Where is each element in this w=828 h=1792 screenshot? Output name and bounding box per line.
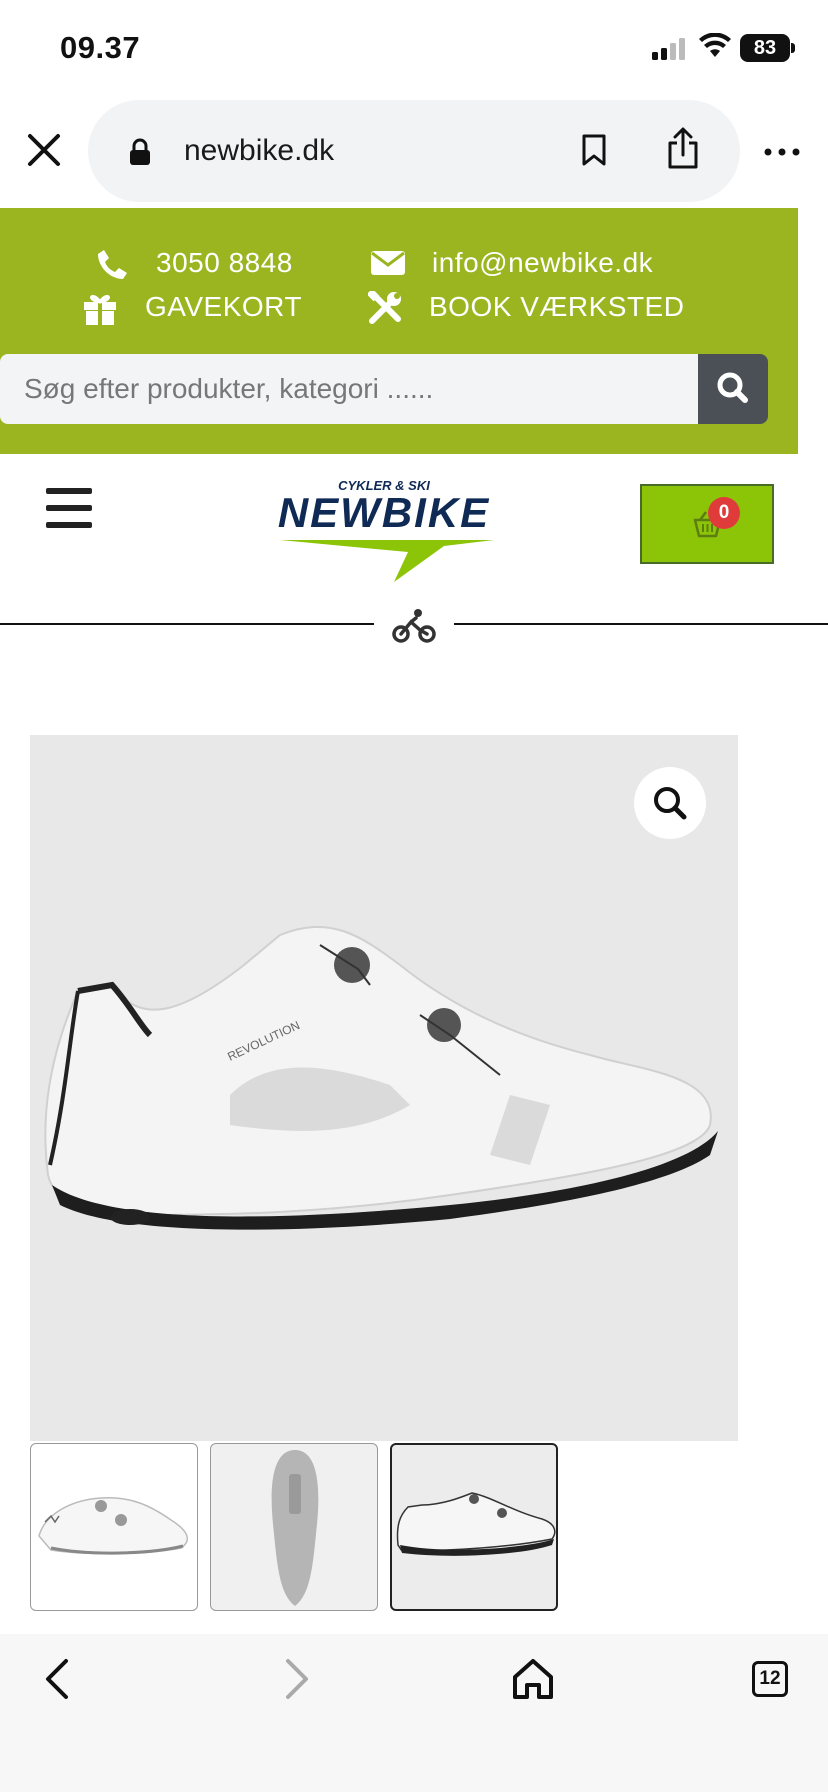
phone-link[interactable]: 3050 8848 [156, 247, 293, 279]
zoom-button[interactable] [634, 767, 706, 839]
tabs-count-button[interactable]: 12 [752, 1661, 788, 1697]
email-link[interactable]: info@newbike.dk [432, 247, 653, 279]
zoom-search-icon [654, 787, 687, 820]
divider-left [0, 623, 374, 625]
newbike-logo[interactable]: CYKLER & SKI NEWBIKE [244, 478, 524, 588]
product-main-image[interactable]: REVOLUTION [30, 735, 738, 1441]
cell-signal-icon [652, 38, 685, 60]
cart-button[interactable] [640, 484, 774, 564]
thumbnail-shoe-side [396, 1492, 556, 1556]
forward-arrow-icon[interactable] [274, 1655, 318, 1703]
thumbnail-shoe-sole [271, 1450, 319, 1606]
bookmark-icon[interactable] [580, 133, 608, 167]
product-thumbnail-2[interactable] [210, 1443, 378, 1611]
cycling-shoe-image: REVOLUTION [44, 926, 718, 1230]
product-thumbnail-1[interactable] [30, 1443, 198, 1611]
lock-icon [130, 138, 150, 165]
search-icon [717, 372, 748, 403]
product-thumbnail-3[interactable] [390, 1443, 558, 1611]
status-time: 09.37 [60, 30, 141, 65]
browser-bottom-toolbar [0, 1634, 828, 1792]
search-button[interactable] [698, 354, 768, 424]
thumbnail-shoe-front [38, 1497, 189, 1555]
cart-count-badge: 0 [708, 497, 740, 529]
close-icon[interactable] [24, 130, 64, 170]
bicycle-icon [392, 609, 436, 643]
url-text[interactable]: newbike.dk [184, 134, 334, 168]
home-icon[interactable] [510, 1655, 556, 1703]
basket-icon [693, 511, 722, 538]
back-arrow-icon[interactable] [36, 1655, 80, 1703]
search-input[interactable] [0, 354, 698, 424]
battery-nub [791, 43, 795, 53]
logo-wordmark: NEWBIKE [278, 489, 490, 536]
divider-right [454, 623, 828, 625]
mail-icon [371, 251, 405, 275]
book-workshop-link[interactable]: BOOK VÆRKSTED [429, 291, 684, 323]
hamburger-menu-icon[interactable] [46, 488, 92, 528]
battery-indicator: 83 [740, 34, 790, 62]
share-icon[interactable] [665, 127, 701, 169]
more-icon[interactable] [764, 148, 800, 156]
tools-icon [368, 291, 401, 324]
gift-icon [84, 294, 116, 325]
wifi-icon [699, 33, 731, 57]
giftcard-link[interactable]: GAVEKORT [145, 291, 302, 323]
phone-icon [98, 250, 127, 279]
